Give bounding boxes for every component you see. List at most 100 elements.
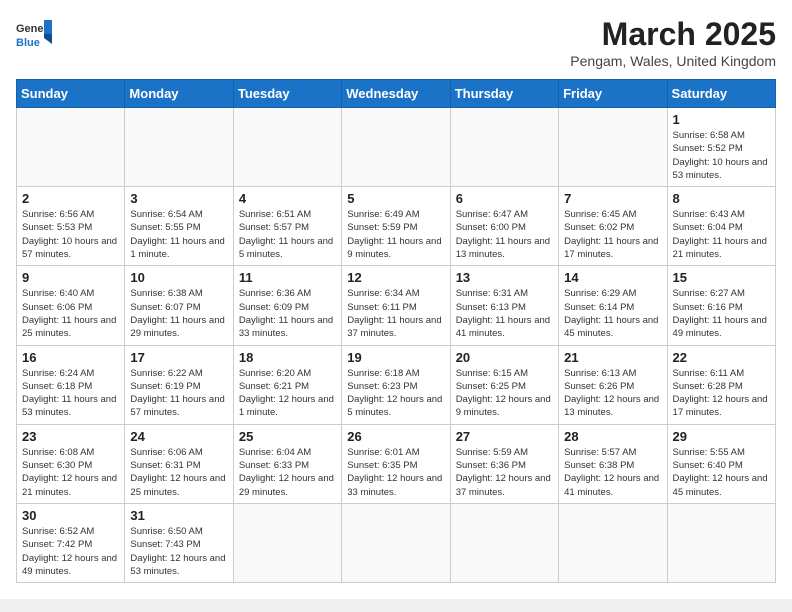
calendar-cell: 29 Sunrise: 5:55 AM Sunset: 6:40 PM Dayli… [667,424,775,503]
day-info: Sunrise: 6:45 AM Sunset: 6:02 PM Dayligh… [564,208,661,261]
calendar-cell: 13Sunrise: 6:31 AM Sunset: 6:13 PM Dayli… [450,266,558,345]
header-saturday: Saturday [667,80,775,108]
day-info: Sunrise: 6:36 AM Sunset: 6:09 PM Dayligh… [239,287,336,340]
calendar-cell: 15 Sunrise: 6:27 AM Sunset: 6:16 PM Dayli… [667,266,775,345]
day-number: 16 [22,350,119,365]
day-number: 18 [239,350,336,365]
day-number: 29 [673,429,770,444]
header: General Blue March 2025 Pengam, Wales, U… [16,16,776,69]
calendar-cell: 21 Sunrise: 6:13 AM Sunset: 6:26 PM Dayli… [559,345,667,424]
calendar-page: General Blue March 2025 Pengam, Wales, U… [0,0,792,599]
calendar-cell: 11Sunrise: 6:36 AM Sunset: 6:09 PM Dayli… [233,266,341,345]
day-info: Sunrise: 6:22 AM Sunset: 6:19 PM Dayligh… [130,367,227,420]
day-number: 28 [564,429,661,444]
day-number: 17 [130,350,227,365]
day-info: Sunrise: 5:57 AM Sunset: 6:38 PM Dayligh… [564,446,661,499]
day-number: 9 [22,270,119,285]
day-info: Sunrise: 5:55 AM Sunset: 6:40 PM Dayligh… [673,446,770,499]
day-info: Sunrise: 6:50 AM Sunset: 7:43 PM Dayligh… [130,525,227,578]
calendar-cell: 23Sunrise: 6:08 AM Sunset: 6:30 PM Dayli… [17,424,125,503]
calendar-cell: 17 Sunrise: 6:22 AM Sunset: 6:19 PM Dayli… [125,345,233,424]
day-info: Sunrise: 6:27 AM Sunset: 6:16 PM Dayligh… [673,287,770,340]
calendar-cell: 4 Sunrise: 6:51 AM Sunset: 5:57 PM Daylig… [233,187,341,266]
day-info: Sunrise: 6:08 AM Sunset: 6:30 PM Dayligh… [22,446,119,499]
days-header-row: Sunday Monday Tuesday Wednesday Thursday… [17,80,776,108]
day-info: Sunrise: 6:20 AM Sunset: 6:21 PM Dayligh… [239,367,336,420]
day-number: 10 [130,270,227,285]
calendar-week-4: 16 Sunrise: 6:24 AM Sunset: 6:18 PM Dayli… [17,345,776,424]
header-sunday: Sunday [17,80,125,108]
calendar-cell [342,503,450,582]
calendar-cell [342,108,450,187]
day-info: Sunrise: 6:47 AM Sunset: 6:00 PM Dayligh… [456,208,553,261]
day-number: 24 [130,429,227,444]
day-number: 8 [673,191,770,206]
day-info: Sunrise: 6:43 AM Sunset: 6:04 PM Dayligh… [673,208,770,261]
calendar-cell [125,108,233,187]
calendar-body: 1 Sunrise: 6:58 AM Sunset: 5:52 PM Daylig… [17,108,776,583]
calendar-cell [233,503,341,582]
day-info: Sunrise: 6:29 AM Sunset: 6:14 PM Dayligh… [564,287,661,340]
day-number: 4 [239,191,336,206]
calendar-cell: 3Sunrise: 6:54 AM Sunset: 5:55 PM Daylig… [125,187,233,266]
calendar-cell: 16 Sunrise: 6:24 AM Sunset: 6:18 PM Dayli… [17,345,125,424]
day-info: Sunrise: 6:04 AM Sunset: 6:33 PM Dayligh… [239,446,336,499]
day-info: Sunrise: 6:06 AM Sunset: 6:31 PM Dayligh… [130,446,227,499]
calendar-subtitle: Pengam, Wales, United Kingdom [570,53,776,69]
day-info: Sunrise: 6:58 AM Sunset: 5:52 PM Dayligh… [673,129,770,182]
day-info: Sunrise: 6:18 AM Sunset: 6:23 PM Dayligh… [347,367,444,420]
day-number: 1 [673,112,770,127]
day-info: Sunrise: 6:51 AM Sunset: 5:57 PM Dayligh… [239,208,336,261]
calendar-cell [233,108,341,187]
header-friday: Friday [559,80,667,108]
day-number: 2 [22,191,119,206]
day-info: Sunrise: 6:15 AM Sunset: 6:25 PM Dayligh… [456,367,553,420]
calendar-cell: 30Sunrise: 6:52 AM Sunset: 7:42 PM Dayli… [17,503,125,582]
title-block: March 2025 Pengam, Wales, United Kingdom [570,16,776,69]
calendar-cell: 14Sunrise: 6:29 AM Sunset: 6:14 PM Dayli… [559,266,667,345]
day-info: Sunrise: 6:52 AM Sunset: 7:42 PM Dayligh… [22,525,119,578]
day-number: 15 [673,270,770,285]
calendar-cell [559,503,667,582]
day-number: 22 [673,350,770,365]
calendar-week-6: 30Sunrise: 6:52 AM Sunset: 7:42 PM Dayli… [17,503,776,582]
day-info: Sunrise: 6:13 AM Sunset: 6:26 PM Dayligh… [564,367,661,420]
calendar-cell: 2 Sunrise: 6:56 AM Sunset: 5:53 PM Daylig… [17,187,125,266]
day-number: 7 [564,191,661,206]
day-info: Sunrise: 6:24 AM Sunset: 6:18 PM Dayligh… [22,367,119,420]
day-info: Sunrise: 6:34 AM Sunset: 6:11 PM Dayligh… [347,287,444,340]
calendar-cell: 27Sunrise: 5:59 AM Sunset: 6:36 PM Dayli… [450,424,558,503]
calendar-cell: 20 Sunrise: 6:15 AM Sunset: 6:25 PM Dayli… [450,345,558,424]
calendar-cell: 9 Sunrise: 6:40 AM Sunset: 6:06 PM Daylig… [17,266,125,345]
day-info: Sunrise: 6:40 AM Sunset: 6:06 PM Dayligh… [22,287,119,340]
day-number: 6 [456,191,553,206]
day-number: 31 [130,508,227,523]
calendar-cell [667,503,775,582]
calendar-week-3: 9 Sunrise: 6:40 AM Sunset: 6:06 PM Daylig… [17,266,776,345]
calendar-cell: 12Sunrise: 6:34 AM Sunset: 6:11 PM Dayli… [342,266,450,345]
day-number: 26 [347,429,444,444]
calendar-cell [450,503,558,582]
day-number: 27 [456,429,553,444]
calendar-cell: 18 Sunrise: 6:20 AM Sunset: 6:21 PM Dayli… [233,345,341,424]
day-number: 25 [239,429,336,444]
day-number: 5 [347,191,444,206]
day-info: Sunrise: 6:38 AM Sunset: 6:07 PM Dayligh… [130,287,227,340]
logo-icon: General Blue [16,16,52,52]
calendar-cell: 8 Sunrise: 6:43 AM Sunset: 6:04 PM Daylig… [667,187,775,266]
day-number: 20 [456,350,553,365]
day-info: Sunrise: 6:56 AM Sunset: 5:53 PM Dayligh… [22,208,119,261]
day-info: Sunrise: 6:49 AM Sunset: 5:59 PM Dayligh… [347,208,444,261]
day-number: 19 [347,350,444,365]
calendar-cell: 19 Sunrise: 6:18 AM Sunset: 6:23 PM Dayli… [342,345,450,424]
day-info: Sunrise: 6:11 AM Sunset: 6:28 PM Dayligh… [673,367,770,420]
calendar-cell: 5 Sunrise: 6:49 AM Sunset: 5:59 PM Daylig… [342,187,450,266]
day-number: 21 [564,350,661,365]
header-monday: Monday [125,80,233,108]
logo: General Blue [16,16,52,52]
calendar-cell [17,108,125,187]
header-wednesday: Wednesday [342,80,450,108]
day-info: Sunrise: 6:01 AM Sunset: 6:35 PM Dayligh… [347,446,444,499]
calendar-cell: 1 Sunrise: 6:58 AM Sunset: 5:52 PM Daylig… [667,108,775,187]
calendar-cell: 6 Sunrise: 6:47 AM Sunset: 6:00 PM Daylig… [450,187,558,266]
